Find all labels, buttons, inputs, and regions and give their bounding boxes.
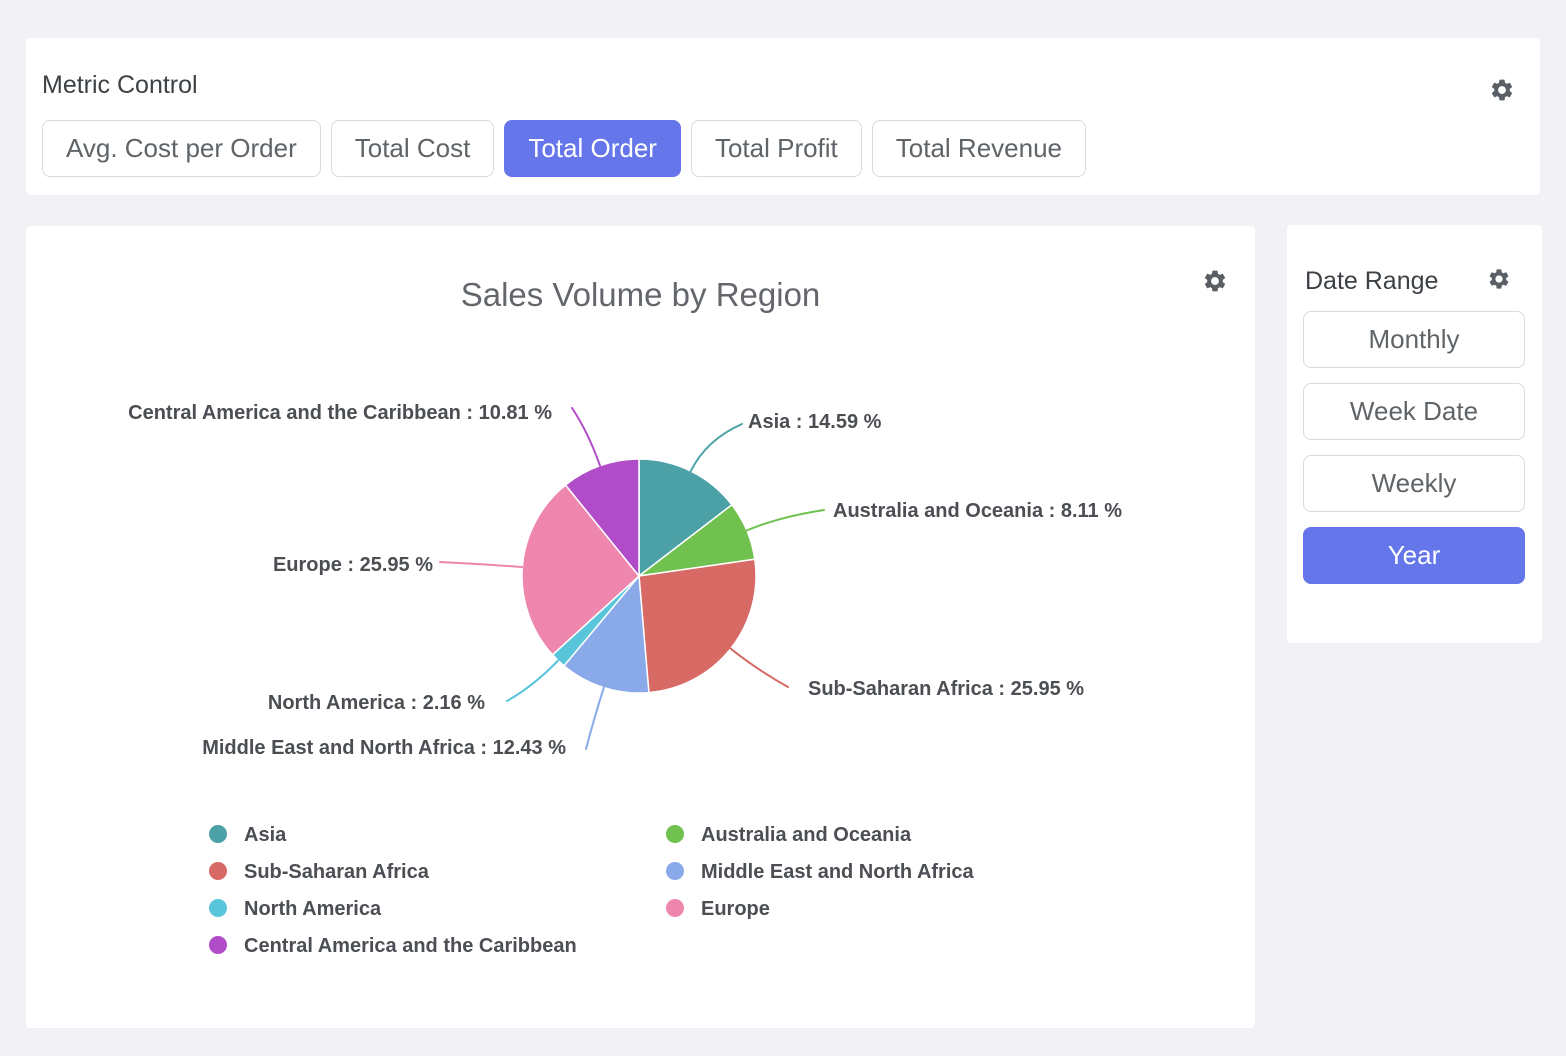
legend-dot-sub-saharan-africa [209, 862, 227, 880]
metric-button-total-order[interactable]: Total Order [504, 120, 681, 177]
metric-button-avg-cost-per-order[interactable]: Avg. Cost per Order [42, 120, 321, 177]
pie-slice-sub-saharan-africa[interactable] [639, 559, 756, 692]
metric-button-group: Avg. Cost per OrderTotal CostTotal Order… [42, 120, 1086, 177]
pie-label-line-sub-saharan-africa [731, 649, 788, 687]
date-range-button-group: Monthly Week Date Weekly Year [1303, 311, 1525, 584]
pie-label-line-asia [691, 424, 742, 471]
pie-chart: Asia : 14.59 % Australia and Oceania : 8.… [26, 226, 1255, 1028]
metric-control-card: Metric Control Avg. Cost per OrderTotal … [26, 38, 1540, 195]
legend-item-australia-and-oceania[interactable]: Australia and Oceania [666, 824, 912, 846]
legend-dot-australia-and-oceania [666, 825, 684, 843]
date-button-year[interactable]: Year [1303, 527, 1525, 584]
legend-item-middle-east-and-north-africa[interactable]: Middle East and North Africa [666, 861, 975, 883]
legend-dot-asia [209, 825, 227, 843]
legend-label-central-america-and-the-caribbean: Central America and the Caribbean [244, 935, 577, 957]
pie-label-line-australia-and-oceania [747, 510, 824, 531]
pie-label-north-america: North America : 2.16 % [268, 692, 485, 714]
legend-item-north-america[interactable]: North America [209, 898, 382, 920]
legend-item-sub-saharan-africa[interactable]: Sub-Saharan Africa [209, 861, 430, 883]
metric-button-total-revenue[interactable]: Total Revenue [872, 120, 1086, 177]
pie-label-australia-and-oceania: Australia and Oceania : 8.11 % [833, 500, 1122, 522]
pie-label-line-europe [440, 562, 522, 567]
legend-label-middle-east-and-north-africa: Middle East and North Africa [701, 861, 975, 883]
date-button-weekly[interactable]: Weekly [1303, 455, 1525, 512]
legend-dot-europe [666, 899, 684, 917]
pie-label-sub-saharan-africa: Sub-Saharan Africa : 25.95 % [808, 678, 1084, 700]
metric-button-total-cost[interactable]: Total Cost [331, 120, 495, 177]
legend-label-australia-and-oceania: Australia and Oceania [701, 824, 912, 846]
date-button-monthly[interactable]: Monthly [1303, 311, 1525, 368]
pie-label-middle-east-and-north-africa: Middle East and North Africa : 12.43 % [202, 737, 566, 759]
date-range-title: Date Range [1305, 267, 1438, 296]
date-range-card: Date Range Monthly Week Date Weekly Year [1287, 225, 1542, 643]
pie-label-line-middle-east-and-north-africa [586, 688, 604, 749]
sales-volume-chart-card: Sales Volume by Region Asia : 14.59 %Aus… [26, 226, 1255, 1028]
legend-dot-central-america-and-the-caribbean [209, 936, 227, 954]
legend-item-asia[interactable]: Asia [209, 824, 287, 846]
metric-control-title: Metric Control [42, 71, 198, 100]
pie-label-asia: Asia : 14.59 % [748, 411, 882, 433]
legend-dot-north-america [209, 899, 227, 917]
pie-label-europe: Europe : 25.95 % [273, 554, 433, 576]
metric-button-total-profit[interactable]: Total Profit [691, 120, 862, 177]
legend-dot-middle-east-and-north-africa [666, 862, 684, 880]
gear-icon[interactable] [1487, 267, 1511, 291]
pie-label-central-america-and-the-caribbean: Central America and the Caribbean : 10.8… [128, 402, 552, 424]
gear-icon[interactable] [1489, 77, 1515, 103]
date-button-week-date[interactable]: Week Date [1303, 383, 1525, 440]
legend-label-sub-saharan-africa: Sub-Saharan Africa [244, 861, 430, 883]
legend-label-north-america: North America [244, 898, 382, 920]
pie-label-line-north-america [507, 661, 558, 702]
legend-label-asia: Asia [244, 824, 287, 846]
pie-label-line-central-america-and-the-caribbean [572, 408, 600, 466]
legend-label-europe: Europe [701, 898, 770, 920]
legend-item-central-america-and-the-caribbean[interactable]: Central America and the Caribbean [209, 935, 577, 957]
legend-item-europe[interactable]: Europe [666, 898, 770, 920]
